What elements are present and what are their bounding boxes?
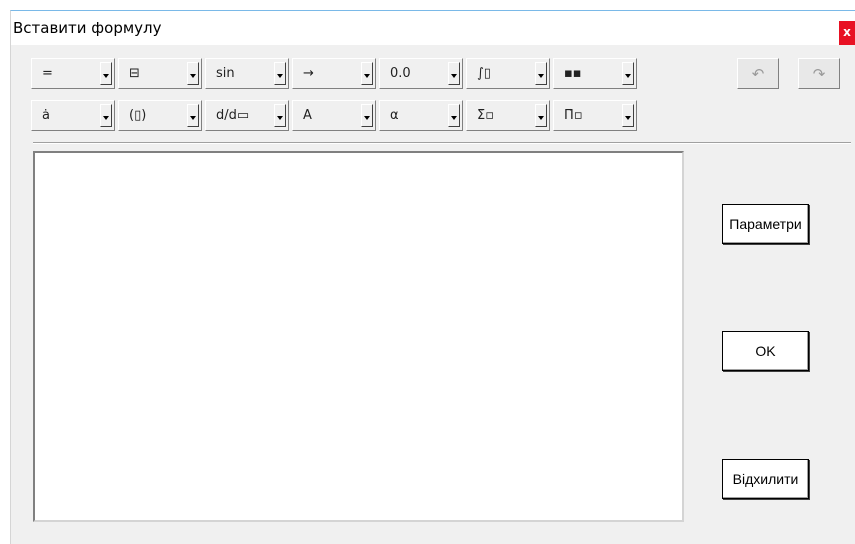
insert-formula-dialog: Вставити формулу x = ⊟ sin → 0.0 ∫▯ ▪▪ ȧ… — [10, 10, 855, 544]
numbers-palette[interactable]: 0.0 — [379, 58, 463, 89]
fraction-palette-label[interactable]: ⊟ — [119, 59, 187, 88]
dropdown-arrow-icon[interactable] — [274, 62, 286, 85]
undo-button[interactable]: ↶ — [737, 58, 779, 89]
title-bar: Вставити формулу x — [11, 11, 855, 45]
dropdown-arrow-icon[interactable] — [187, 104, 199, 127]
dropdown-arrow-icon[interactable] — [448, 62, 460, 85]
dropdown-arrow-icon[interactable] — [448, 104, 460, 127]
parameters-button[interactable]: Параметри — [722, 204, 809, 244]
dropdown-arrow-icon[interactable] — [187, 62, 199, 85]
ok-button[interactable]: OK — [722, 331, 809, 371]
dropdown-arrow-icon[interactable] — [274, 104, 286, 127]
dropdown-arrow-icon[interactable] — [100, 104, 112, 127]
dropdown-arrow-icon[interactable] — [622, 62, 634, 85]
derivatives-palette-label[interactable]: d/d▭ — [206, 101, 274, 130]
integrals-palette-label[interactable]: ∫▯ — [467, 59, 535, 88]
dropdown-arrow-icon[interactable] — [100, 62, 112, 85]
redo-button[interactable]: ↷ — [798, 58, 840, 89]
toolbar-separator — [33, 142, 851, 144]
redo-icon: ↷ — [812, 64, 826, 83]
dropdown-arrow-icon[interactable] — [535, 104, 547, 127]
relations-palette[interactable]: = — [31, 58, 115, 89]
dialog-title: Вставити формулу — [13, 19, 162, 37]
relations-palette-label[interactable]: = — [32, 59, 100, 88]
arrows-palette[interactable]: → — [292, 58, 376, 89]
functions-palette[interactable]: sin — [205, 58, 289, 89]
sums-palette[interactable]: Σ̇▫ — [466, 100, 550, 131]
toolbar-row-1: = ⊟ sin → 0.0 ∫▯ ▪▪ — [31, 58, 637, 89]
integrals-palette[interactable]: ∫▯ — [466, 58, 550, 89]
matrix-palette-label[interactable]: ▪▪ — [554, 59, 622, 88]
greek-palette-label[interactable]: α — [380, 101, 448, 130]
formula-editor-area[interactable] — [33, 151, 684, 522]
products-palette-label[interactable]: Π̇▫ — [554, 101, 622, 130]
accents-palette[interactable]: ȧ — [31, 100, 115, 131]
dropdown-arrow-icon[interactable] — [622, 104, 634, 127]
functions-palette-label[interactable]: sin — [206, 59, 274, 88]
fonts-palette-label[interactable]: A — [293, 101, 361, 130]
close-button[interactable]: x — [839, 21, 855, 45]
fraction-palette[interactable]: ⊟ — [118, 58, 202, 89]
products-palette[interactable]: Π̇▫ — [553, 100, 637, 131]
cancel-button[interactable]: Відхилити — [722, 459, 809, 499]
dropdown-arrow-icon[interactable] — [361, 62, 373, 85]
matrix-palette[interactable]: ▪▪ — [553, 58, 637, 89]
accents-palette-label[interactable]: ȧ — [32, 101, 100, 130]
derivatives-palette[interactable]: d/d▭ — [205, 100, 289, 131]
dropdown-arrow-icon[interactable] — [535, 62, 547, 85]
dropdown-arrow-icon[interactable] — [361, 104, 373, 127]
sums-palette-label[interactable]: Σ̇▫ — [467, 101, 535, 130]
fonts-palette[interactable]: A — [292, 100, 376, 131]
greek-palette[interactable]: α — [379, 100, 463, 131]
toolbar-row-2: ȧ (▯) d/d▭ A α Σ̇▫ Π̇▫ — [31, 100, 637, 131]
undo-icon: ↶ — [751, 64, 765, 83]
numbers-palette-label[interactable]: 0.0 — [380, 59, 448, 88]
brackets-palette-label[interactable]: (▯) — [119, 101, 187, 130]
close-icon: x — [843, 25, 851, 39]
arrows-palette-label[interactable]: → — [293, 59, 361, 88]
brackets-palette[interactable]: (▯) — [118, 100, 202, 131]
